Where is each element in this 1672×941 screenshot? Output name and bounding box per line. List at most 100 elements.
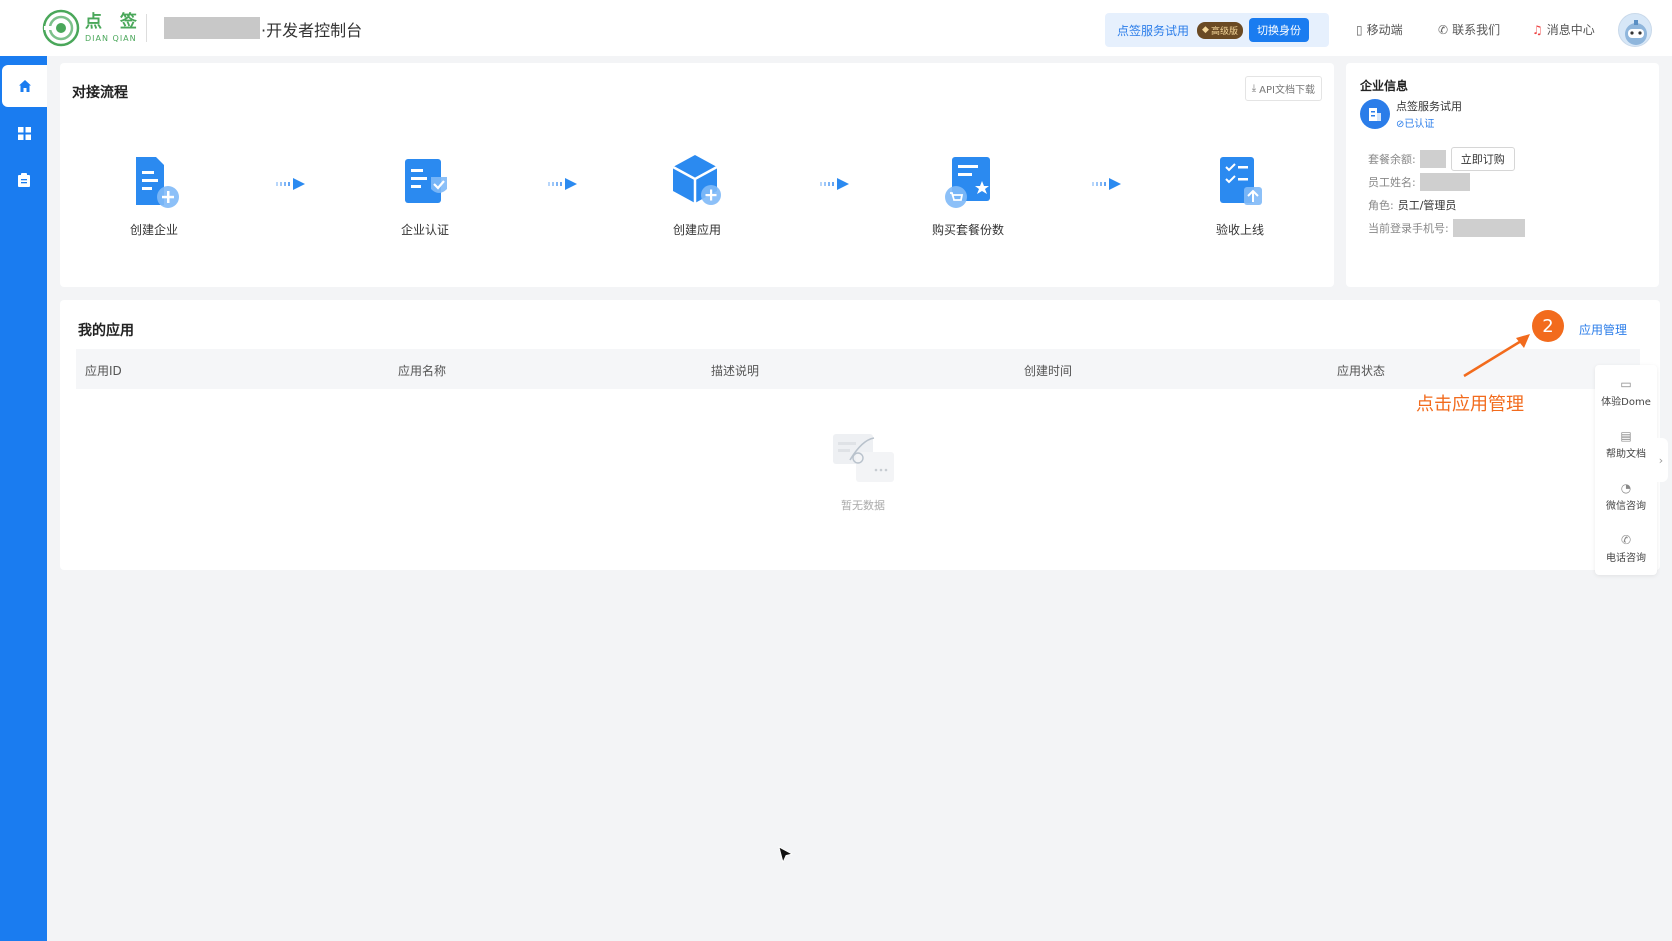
trial-name[interactable]: 点签服务试用	[1117, 22, 1189, 39]
grid-icon	[17, 126, 31, 140]
employee-name-row: 员工姓名:	[1368, 173, 1470, 191]
sidebar-item-home[interactable]	[2, 65, 47, 107]
diamond-icon: ◆	[1202, 25, 1209, 35]
trial-identity-box: 点签服务试用 ◆ 高级版 切换身份	[1105, 13, 1329, 47]
flow-step-create-app: 创建应用	[637, 151, 757, 238]
flow-step-label: 企业认证	[400, 223, 449, 237]
flow-step-label: 创建应用	[672, 223, 721, 237]
sidebar-item-orders[interactable]	[4, 159, 44, 201]
role-label: 角色:	[1368, 199, 1394, 212]
package-balance-redacted	[1419, 150, 1446, 168]
flow-step-label: 验收上线	[1215, 223, 1264, 237]
vip-badge: ◆ 高级版	[1197, 21, 1243, 39]
console-title: ·开发者控制台	[261, 21, 363, 40]
float-item-help-doc[interactable]: ▤ 帮助文档	[1595, 429, 1657, 460]
company-name-redacted	[164, 17, 260, 39]
header-divider	[146, 14, 147, 42]
chevron-right-icon: ›	[1658, 453, 1664, 467]
enterprise-building-icon	[1360, 99, 1390, 129]
my-apps-card: 我的应用 应用管理 应用ID 应用名称 描述说明 创建时间 应用状态 暂无数据	[60, 300, 1660, 570]
column-header-created-time: 创建时间	[1024, 364, 1073, 378]
role-value: 员工/管理员	[1397, 199, 1457, 212]
flow-arrow-icon	[276, 178, 305, 190]
float-toolbar-toggle[interactable]: ›	[1654, 438, 1668, 482]
contact-link[interactable]: ✆ 联系我们	[1438, 21, 1500, 38]
flow-step-create-enterprise: 创建企业	[94, 151, 214, 238]
doc-icon: ▤	[1620, 429, 1632, 443]
float-item-phone[interactable]: ✆ 电话咨询	[1595, 533, 1657, 564]
mobile-label: 移动端	[1366, 23, 1403, 37]
bell-icon: ♫	[1532, 22, 1543, 37]
column-header-app-status: 应用状态	[1337, 364, 1386, 378]
flow-arrow-icon	[1092, 178, 1121, 190]
logo[interactable]: 点 签 DIAN QIAN	[42, 9, 143, 47]
create-enterprise-icon	[124, 151, 184, 211]
logo-en-text: DIAN QIAN	[85, 33, 137, 43]
phone-icon: ✆	[1438, 22, 1449, 37]
sidebar-item-apps[interactable]	[4, 112, 44, 154]
mouse-cursor-icon	[778, 846, 794, 864]
empty-text: 暂无数据	[841, 499, 885, 512]
float-item-label: 微信咨询	[1606, 501, 1646, 512]
role-row: 角色: 员工/管理员	[1368, 197, 1456, 213]
float-item-label: 电话咨询	[1606, 553, 1646, 564]
apps-table-header: 应用ID 应用名称 描述说明 创建时间 应用状态	[76, 349, 1640, 389]
my-apps-title: 我的应用	[78, 323, 134, 339]
column-header-app-id: 应用ID	[85, 364, 122, 378]
enterprise-verify-icon	[395, 151, 455, 211]
phone-redacted	[1452, 219, 1525, 237]
employee-name-label: 员工姓名:	[1368, 176, 1416, 189]
annotation-text: 点击应用管理	[1416, 394, 1524, 415]
flow-step-label: 创建企业	[129, 223, 178, 237]
mobile-icon: ▯	[1356, 22, 1363, 37]
float-item-wechat[interactable]: ◔ 微信咨询	[1595, 481, 1657, 512]
phone-icon: ✆	[1620, 533, 1632, 547]
download-icon: ⤓	[1251, 83, 1257, 94]
user-avatar[interactable]	[1618, 13, 1652, 47]
contact-label: 联系我们	[1452, 23, 1501, 37]
float-item-label: 帮助文档	[1606, 449, 1646, 460]
empty-data-icon	[833, 434, 894, 482]
column-header-app-name: 应用名称	[398, 364, 447, 378]
employee-name-redacted	[1419, 173, 1470, 191]
acceptance-online-icon	[1210, 151, 1270, 211]
enterprise-name: 点签服务试用	[1396, 100, 1462, 113]
flow-step-enterprise-verify: 企业认证	[365, 151, 485, 238]
vip-label: 高级版	[1210, 26, 1238, 37]
float-item-demo[interactable]: ▭ 体验Dome	[1595, 377, 1657, 408]
column-header-description: 描述说明	[711, 364, 760, 378]
mobile-link[interactable]: ▯ 移动端	[1356, 21, 1403, 38]
flow-arrow-icon	[820, 178, 849, 190]
float-item-label: 体验Dome	[1601, 397, 1651, 408]
message-center-label: 消息中心	[1546, 23, 1595, 37]
empty-state: 暂无数据	[817, 430, 909, 513]
flow-step-buy-package: 购买套餐份数	[908, 151, 1028, 238]
package-balance-label: 套餐余额:	[1368, 153, 1416, 166]
message-center-link[interactable]: ♫ 消息中心	[1532, 21, 1595, 38]
app-manage-link[interactable]: 应用管理	[1579, 321, 1627, 338]
logo-cn-text: 点 签	[85, 11, 143, 32]
integration-flow-card: 对接流程 ⤓ API文档下载 创建企业 企业认证 创建应用 购买套餐份数 验收上…	[60, 63, 1334, 287]
api-doc-download-button[interactable]: ⤓ API文档下载	[1244, 76, 1322, 101]
flow-step-acceptance: 验收上线	[1180, 151, 1300, 238]
create-app-icon	[667, 151, 727, 211]
top-header: 点 签 DIAN QIAN ·开发者控制台 点签服务试用 ◆ 高级版 切换身份 …	[0, 0, 1672, 56]
left-sidebar: ☰	[0, 56, 47, 941]
clipboard-icon	[18, 173, 30, 187]
phone-row: 当前登录手机号:	[1368, 219, 1525, 237]
phone-label: 当前登录手机号:	[1368, 222, 1449, 235]
buy-package-icon	[938, 151, 998, 211]
floating-toolbar: ▭ 体验Dome ▤ 帮助文档 ◔ 微信咨询 ✆ 电话咨询	[1595, 365, 1657, 575]
demo-icon: ▭	[1620, 377, 1632, 391]
api-doc-download-label: API文档下载	[1259, 85, 1315, 96]
wechat-icon: ◔	[1620, 481, 1632, 495]
flow-title: 对接流程	[72, 85, 128, 101]
enterprise-info-card: 企业信息 点签服务试用 ⊘已认证 套餐余额: 立即订购 员工姓名: 角色: 员工…	[1346, 63, 1659, 287]
enterprise-info-title: 企业信息	[1360, 79, 1409, 93]
flow-step-label: 购买套餐份数	[931, 223, 1004, 237]
buy-now-button[interactable]: 立即订购	[1450, 147, 1515, 171]
verified-status: ⊘已认证	[1396, 119, 1435, 130]
home-icon	[18, 80, 31, 92]
switch-identity-button[interactable]: 切换身份	[1248, 18, 1309, 42]
annotation-arrow-icon	[1463, 334, 1530, 378]
